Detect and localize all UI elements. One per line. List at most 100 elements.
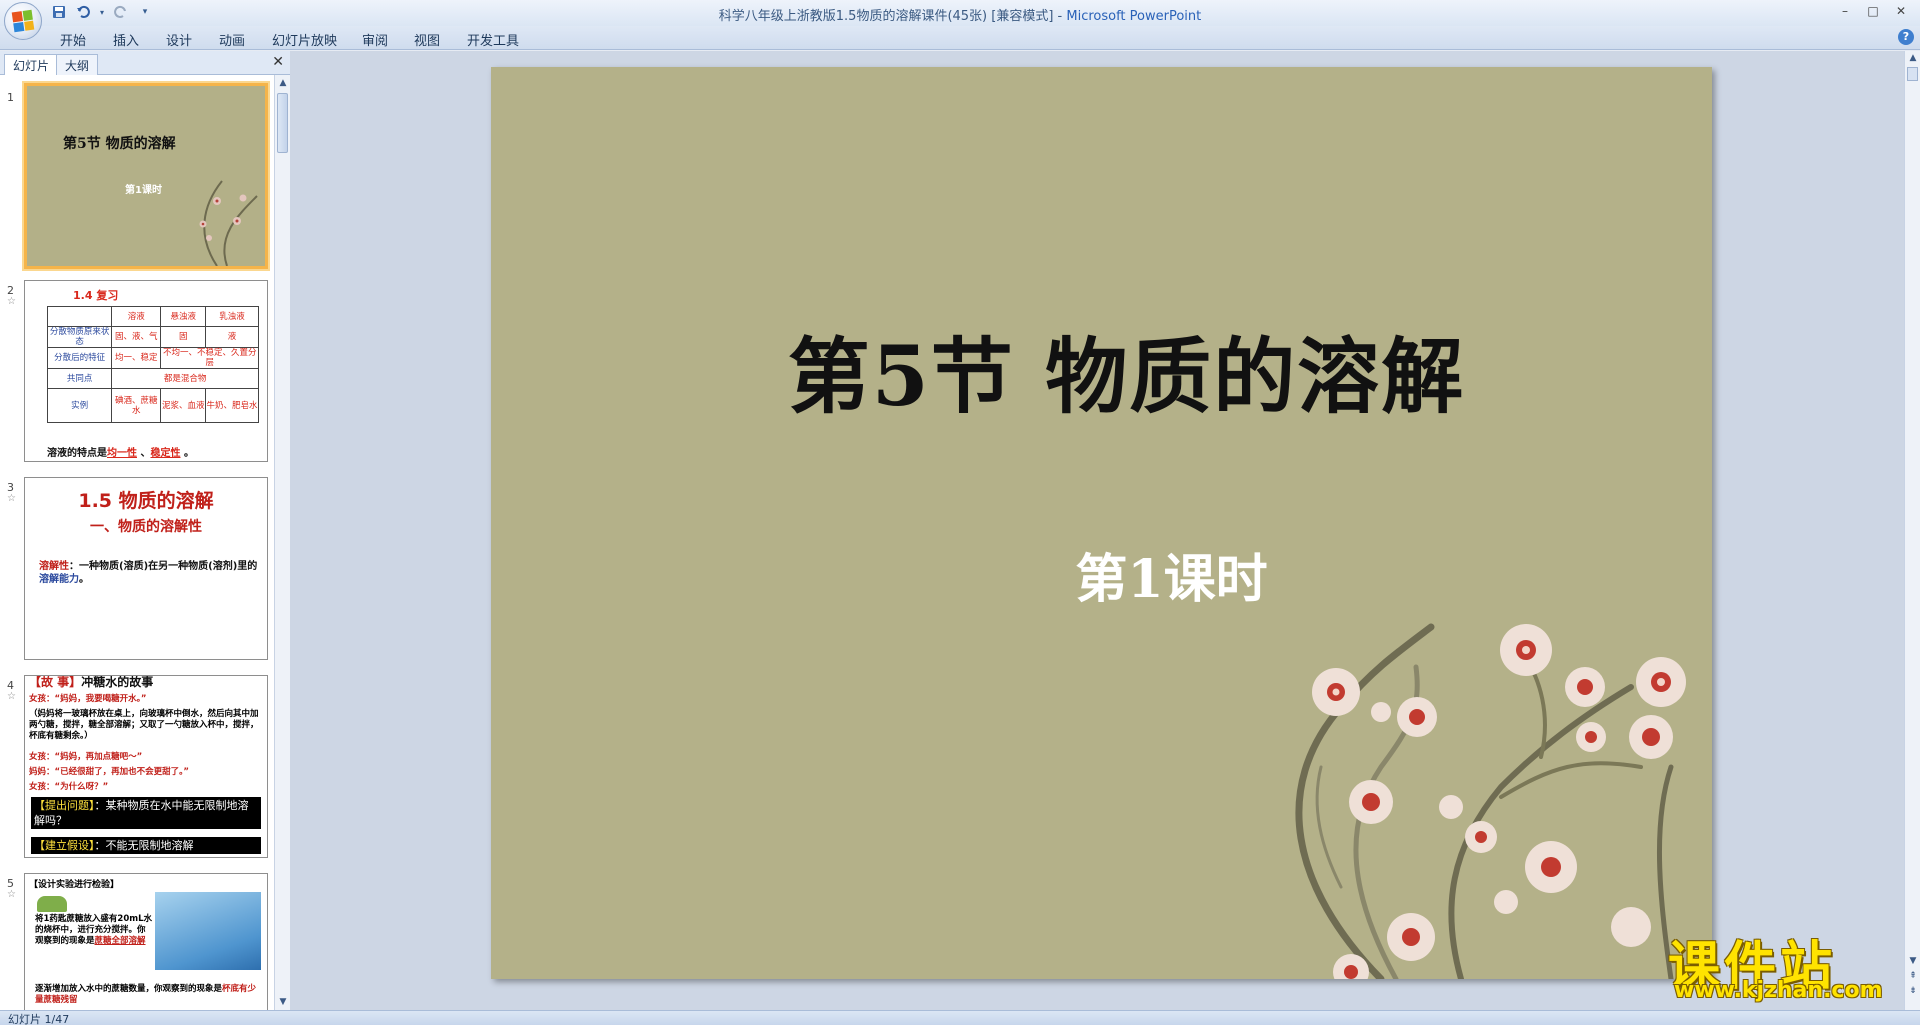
table-cell: 液 <box>204 326 260 348</box>
scroll-down-icon[interactable]: ▼ <box>275 994 290 1010</box>
thumb-table: 溶液 悬浊液 乳浊液 分散物质原来状态 固、液、气 固 液 分散后的特征 均一、… <box>46 306 260 423</box>
footer-end: 。 <box>180 448 194 459</box>
slide-editor: 第5节 物质的溶解 第1课时 <box>290 51 1904 1010</box>
table-cell: 泥浆、血液 <box>160 388 206 423</box>
tab-developer[interactable]: 开发工具 <box>467 30 519 49</box>
ability-text: 溶解能力 <box>39 574 79 585</box>
document-title: 科学八年级上浙教版1.5物质的溶解课件(45张) [兼容模式] - <box>718 9 1067 24</box>
thumb-slide-1: 第5节 物质的溶解 第1课时 <box>27 86 265 266</box>
footer-text: 溶液的特点是 <box>47 448 107 459</box>
result-text: 蔗糖全部溶解 <box>94 936 146 946</box>
table-cell: 实例 <box>46 388 113 423</box>
previous-slide-icon[interactable]: ⇞ <box>1905 969 1920 983</box>
tab-slide-show[interactable]: 幻灯片放映 <box>272 30 337 49</box>
thumb-slide-5: 【设计实验进行检验】 将1药匙蔗糖放入盛有20mL水的烧杯中，进行充分搅拌。你观… <box>25 874 267 1010</box>
current-slide[interactable]: 第5节 物质的溶解 第1课时 <box>491 67 1712 979</box>
tab-animations[interactable]: 动画 <box>219 30 245 49</box>
redo-icon[interactable] <box>112 3 130 21</box>
tab-design[interactable]: 设计 <box>166 30 192 49</box>
thumb-heading: 1.5 物质的溶解 <box>78 490 214 512</box>
end-text: 。 <box>79 574 89 585</box>
quick-access-toolbar: ▾ ▾ <box>50 3 154 21</box>
close-button[interactable]: ✕ <box>1888 2 1914 20</box>
thumb-heading: 【设计实验进行检验】 <box>29 880 120 890</box>
window-title: 科学八年级上浙教版1.5物质的溶解课件(45张) [兼容模式] - Micros… <box>0 5 1920 24</box>
scroll-up-icon[interactable]: ▲ <box>1905 51 1920 65</box>
customize-qat-icon[interactable]: ▾ <box>136 3 154 21</box>
question-box: 【提出问题】：某种物质在水中能无限制地溶解吗？ <box>31 797 261 829</box>
scroll-down-icon[interactable]: ▼ <box>1905 954 1920 968</box>
tab-review[interactable]: 审阅 <box>362 30 388 49</box>
slide-counter: 幻灯片 1/47 <box>8 1013 70 1025</box>
hypothesis-text: ：不能无限制地溶解 <box>94 839 194 852</box>
table-cell: 分散物质原来状态 <box>46 326 113 348</box>
thumb-body: 将1药匙蔗糖放入盛有20mL水的烧杯中，进行充分搅拌。你观察到的现象是蔗糖全部溶… <box>35 914 153 947</box>
office-button[interactable] <box>4 2 42 40</box>
term-text: 溶解性 <box>39 561 69 572</box>
next-slide-icon[interactable]: ⇟ <box>1905 984 1920 998</box>
table-cell: 不均一、不稳定、久置分层 <box>160 347 259 369</box>
undo-icon[interactable] <box>74 3 92 21</box>
slide-thumb-frame[interactable]: 【设计实验进行检验】 将1药匙蔗糖放入盛有20mL水的烧杯中，进行充分搅拌。你观… <box>24 873 268 1010</box>
table-cell: 乳浊液 <box>204 306 260 327</box>
animation-star-icon: ☆ <box>7 691 16 702</box>
ribbon-tabs: 开始 插入 设计 动画 幻灯片放映 审阅 视图 开发工具 ? <box>0 26 1920 50</box>
table-cell: 都是混合物 <box>111 368 259 389</box>
scroll-up-icon[interactable]: ▲ <box>275 75 290 91</box>
save-icon[interactable] <box>50 3 68 21</box>
scroll-thumb[interactable] <box>277 93 288 153</box>
flower-branch-icon <box>1295 623 1686 979</box>
animation-star-icon: ☆ <box>7 296 16 307</box>
table-cell: 牛奶、肥皂水 <box>204 388 260 423</box>
tab-slides[interactable]: 幻灯片 <box>4 54 59 75</box>
thumb-slide-3: 1.5 物质的溶解 一、物质的溶解性 溶解性：一种物质(溶质)在另一种物质(溶剂… <box>25 478 267 659</box>
story-line: 女孩：“妈妈，再加点糖吧～” <box>29 752 143 762</box>
table-cell <box>46 306 113 327</box>
tab-view[interactable]: 视图 <box>414 30 440 49</box>
slide-thumb-frame[interactable]: 第5节 物质的溶解 第1课时 <box>24 83 268 269</box>
question-tag: 【提出问题】 <box>34 799 95 812</box>
slide-number: 1 <box>7 91 14 104</box>
thumb-footer: 溶液的特点是均一性 、稳定性 。 <box>47 444 194 459</box>
slide-subtitle[interactable]: 第1课时 <box>491 537 1712 612</box>
table-cell: 溶液 <box>111 306 162 327</box>
heading-tag: 【故 事】 <box>29 675 82 689</box>
clipart-icon <box>37 896 67 912</box>
slide-thumb-frame[interactable]: 1.5 物质的溶解 一、物质的溶解性 溶解性：一种物质(溶质)在另一种物质(溶剂… <box>24 477 268 660</box>
scroll-thumb[interactable] <box>1907 67 1918 81</box>
table-cell: 固、液、气 <box>111 326 162 348</box>
status-bar: 幻灯片 1/47 <box>0 1010 1920 1025</box>
office-logo-icon <box>11 9 35 33</box>
slide-thumb-frame[interactable]: 【故 事】冲糖水的故事 女孩：“妈妈，我要喝糖开水。” （妈妈将一玻璃杯放在桌上… <box>24 675 268 858</box>
slide-title[interactable]: 第5节 物质的溶解 <box>491 310 1712 429</box>
undo-dropdown-icon[interactable]: ▾ <box>98 3 106 21</box>
thumb-subheading: 一、物质的溶解性 <box>90 519 202 535</box>
animation-star-icon: ☆ <box>7 889 16 900</box>
story-line: 妈妈：“已经很甜了，再加也不会更甜了。” <box>29 767 189 777</box>
tab-outline[interactable]: 大纲 <box>56 54 99 75</box>
pane-scrollbar[interactable]: ▲ ▼ <box>274 75 290 1010</box>
hypothesis-tag: 【建立假设】 <box>34 839 95 852</box>
story-line: （妈妈将一玻璃杯放在桌上，向玻璃杯中倒水，然后向其中加两勺糖，搅拌，糖全部溶解；… <box>29 709 259 741</box>
footer-answer-a: 均一性 <box>107 448 137 459</box>
animation-star-icon: ☆ <box>7 493 16 504</box>
footer-answer-b: 稳定性 <box>150 448 181 459</box>
thumb-bottom: 逐渐增加放入水中的蔗糖数量，你观察到的现象是杯底有少量蔗糖残留 <box>35 984 263 1006</box>
help-icon[interactable]: ? <box>1898 29 1914 45</box>
restore-button[interactable]: □ <box>1860 2 1886 20</box>
table-cell: 均一、稳定 <box>111 347 162 369</box>
app-name: Microsoft PowerPoint <box>1066 9 1202 24</box>
heading-text: 冲糖水的故事 <box>81 675 154 689</box>
tab-insert[interactable]: 插入 <box>113 30 139 49</box>
slides-pane: 1 第5节 物质的溶解 第1课时 2 ☆ 1.4 复习 溶液 悬浊液 乳浊液 分… <box>0 75 290 1010</box>
table-cell: 碘酒、蔗糖水 <box>111 388 162 423</box>
thumb-heading: 【故 事】冲糖水的故事 <box>29 675 154 689</box>
pane-close-icon[interactable]: ✕ <box>272 54 284 70</box>
slide-thumb-frame[interactable]: 1.4 复习 溶液 悬浊液 乳浊液 分散物质原来状态 固、液、气 固 液 分散后… <box>24 280 268 462</box>
minimize-button[interactable]: – <box>1832 2 1858 20</box>
tab-home[interactable]: 开始 <box>60 30 86 49</box>
thumb-heading: 1.4 复习 <box>73 289 119 302</box>
editor-scrollbar[interactable]: ▲ ▼ ⇞ ⇟ <box>1904 51 1920 1010</box>
thumb-slide-4: 【故 事】冲糖水的故事 女孩：“妈妈，我要喝糖开水。” （妈妈将一玻璃杯放在桌上… <box>25 676 267 857</box>
title-bar: 科学八年级上浙教版1.5物质的溶解课件(45张) [兼容模式] - Micros… <box>0 0 1920 26</box>
